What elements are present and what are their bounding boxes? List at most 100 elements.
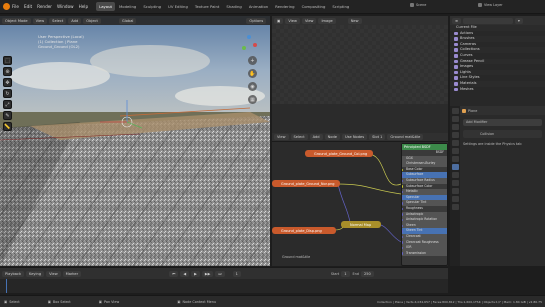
scene-selector[interactable]: Scene [410,3,426,7]
start-frame-field[interactable]: 1 [341,270,350,277]
timeline-menu-marker[interactable]: Marker [62,270,82,277]
viewport-menu-add[interactable]: Add [68,17,82,24]
tab-uv-editing[interactable]: UV Editing [165,2,191,11]
tab-rendering[interactable]: Rendering [272,2,297,11]
jump-end-icon[interactable]: ⏭ [215,270,225,277]
menu-help[interactable]: Help [79,4,89,9]
tab-animation[interactable]: Animation [246,2,271,11]
move-tool-icon[interactable]: ✥ [3,78,12,87]
timeline-menu-view[interactable]: View [46,270,61,277]
node-menu-add[interactable]: Add [309,134,323,140]
timeline-scrubber[interactable] [0,279,448,293]
play-icon[interactable]: ▶ [191,270,200,277]
world-tab-icon[interactable] [451,148,459,154]
node-menu-view[interactable]: View [274,134,289,140]
end-frame-field[interactable]: 250 [360,270,374,277]
next-key-icon[interactable]: ▶▶ [201,270,214,277]
zoom-icon[interactable]: + [248,56,257,65]
properties-editor: Plane Add Modifier Collision Settings ar… [450,106,545,266]
principled-bsdf-node[interactable]: Principled BSDF BSDF GGX Christensen-Bur… [401,143,448,266]
scene-statistics: Collection | Plane | Verts:4,034,657 | F… [377,299,542,304]
use-nodes-checkbox[interactable]: Use Nodes [341,134,368,140]
view-layer-tab-icon[interactable] [451,132,459,138]
y-axis-icon[interactable] [242,46,246,50]
menu-window[interactable]: Window [57,4,74,9]
node-normal-map[interactable]: Normal Map [341,221,381,228]
tab-shading[interactable]: Shading [223,2,244,11]
mode-selector[interactable]: Object Mode [2,17,31,24]
physics-tab-icon[interactable] [451,180,459,186]
menu-edit[interactable]: Edit [24,4,32,9]
jump-start-icon[interactable]: ⏮ [169,270,179,277]
axis-gizmo[interactable] [238,34,260,56]
options-button[interactable]: Options [246,17,267,24]
display-mode-icon[interactable]: ≡ [452,17,462,24]
view-layer-selector[interactable]: View Layer [478,3,503,7]
node-ground-disp-label: Ground_plate_Disp.png [281,228,322,233]
annotate-tool-icon[interactable]: ✎ [3,111,12,120]
timeline-menu-keying[interactable]: Keying [26,270,45,277]
render-tab-icon[interactable] [451,116,459,122]
node-ground-disp[interactable]: Ground_plate_Disp.png [272,227,336,234]
image-menu-view-2[interactable]: View [301,17,317,24]
tab-sculpting[interactable]: Sculpting [140,2,164,11]
slot-selector[interactable]: Slot 1 [369,134,386,140]
transform-orientation[interactable]: Global [118,17,137,24]
scene-tab-icon[interactable] [451,140,459,146]
viewport-menu-view[interactable]: View [32,17,48,24]
node-ground-nor[interactable]: Ground_plate_Ground_Nor.png [272,180,340,187]
tab-compositing[interactable]: Compositing [299,2,329,11]
particles-tab-icon[interactable] [451,172,459,178]
prev-key-icon[interactable]: ◀ [180,270,190,277]
output-tab-icon[interactable] [451,124,459,130]
material-tab-icon[interactable] [451,204,459,210]
menu-render[interactable]: Render [37,4,52,9]
tab-scripting[interactable]: Scripting [329,2,352,11]
select-tool-icon[interactable]: ⬚ [3,56,12,65]
outliner-root-label: Current File [456,25,477,29]
3d-viewport[interactable] [0,16,270,266]
image-menu-image[interactable]: Image [318,17,336,24]
new-image-button[interactable]: New [347,17,362,24]
grid-view-icon[interactable]: ▦ [248,95,257,104]
list-item[interactable]: Meshes [450,87,545,93]
tab-texture-paint[interactable]: Texture Paint [192,2,223,11]
image-menu-view[interactable]: View [285,17,300,24]
modifier-tab-icon[interactable] [451,164,459,170]
menu-file[interactable]: File [12,4,19,9]
tab-layout[interactable]: Layout [96,2,116,11]
timeline-menu-playback[interactable]: Playback [2,270,25,277]
current-frame-field[interactable]: 1 [232,270,241,277]
cursor-tool-icon[interactable]: ⊕ [3,67,12,76]
tool-tab-icon[interactable] [451,108,459,114]
top-bar: File Edit Render Window Help Layout Mode… [0,0,545,14]
roughness-label: Roughness [406,205,423,210]
tab-modeling[interactable]: Modeling [116,2,139,11]
outliner-search-input[interactable]: ​ [463,17,514,24]
measure-tool-icon[interactable]: 📏 [3,122,12,131]
add-modifier-dropdown[interactable]: Add Modifier [463,119,542,126]
node-menu-node[interactable]: Node [324,134,340,140]
rotate-tool-icon[interactable]: ↻ [3,89,12,98]
bsdf-row[interactable]: Transmission [402,250,447,257]
node-menu-select[interactable]: Select [290,134,308,140]
material-selector[interactable]: Ground mat&tile [387,134,424,140]
node-ground-col[interactable]: Ground_plate_Ground_Col.png [305,150,373,157]
image-editor-type-icon[interactable]: ▣ [274,17,284,24]
object-tab-icon[interactable] [451,156,459,162]
collision-modifier-panel[interactable]: Collision [463,130,542,138]
viewport-menu-select[interactable]: Select [49,17,67,24]
camera-view-icon[interactable]: ◉ [248,82,257,91]
viewport-menu-object[interactable]: Object [83,17,101,24]
scale-tool-icon[interactable]: ⤢ [3,100,12,109]
filter-icon[interactable]: ▾ [515,17,523,24]
blender-logo-icon[interactable] [3,3,10,10]
x-axis-icon[interactable] [253,43,257,47]
z-axis-icon[interactable] [247,35,251,39]
constraints-tab-icon[interactable] [451,188,459,194]
view-layer-name: View Layer [484,3,503,7]
playhead[interactable] [6,279,7,293]
pan-hand-icon[interactable]: ✋ [248,69,257,78]
data-tab-icon[interactable] [451,196,459,202]
toolbar: ⬚ ⊕ ✥ ↻ ⤢ ✎ 📏 [3,56,13,133]
